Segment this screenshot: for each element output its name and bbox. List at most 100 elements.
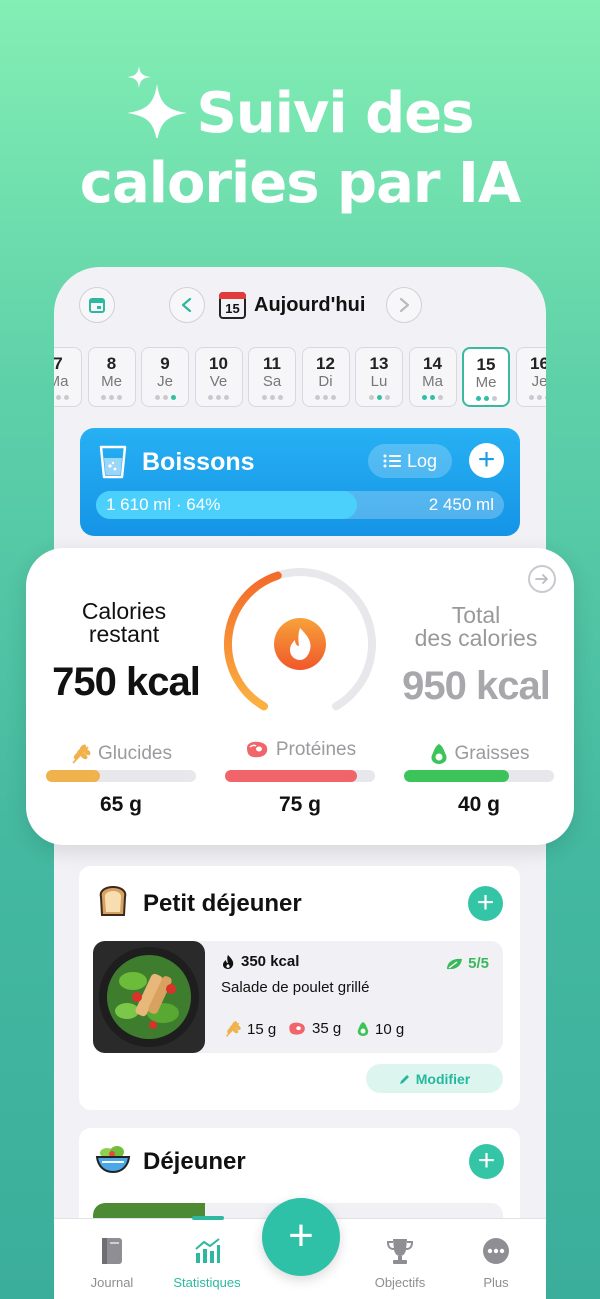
meal-dot — [162, 395, 168, 400]
day-11[interactable]: 11 Sa — [248, 347, 296, 407]
day-weekday: Me — [101, 373, 122, 390]
day-9[interactable]: 9 Je — [141, 347, 189, 407]
macro-fat: Graisses 40 g — [404, 742, 554, 817]
edit-label: Modifier — [415, 1070, 471, 1087]
tab-stats[interactable]: Statistiques — [157, 1219, 257, 1290]
more-icon — [483, 1238, 509, 1264]
day-12[interactable]: 12 Di — [301, 347, 350, 407]
wheat-icon — [72, 744, 91, 764]
meal-dot — [208, 395, 213, 400]
meal-dot — [170, 395, 176, 400]
food-item[interactable]: 350 kcal 5/5 Salade de poulet grillé 15 … — [93, 941, 503, 1053]
prev-day-button[interactable] — [169, 287, 205, 323]
day-weekday: Lu — [370, 373, 388, 390]
calories-card[interactable]: Calories restant 750 kcal Total des calo… — [26, 548, 574, 845]
meal-dot — [315, 395, 320, 400]
day-weekday: Ma — [422, 373, 443, 390]
macro-carbs: Glucides 65 g — [46, 742, 196, 817]
meal-dot — [475, 396, 481, 401]
meal-dot — [101, 395, 106, 400]
day-number: 15 — [476, 355, 496, 374]
meal-dot — [216, 395, 221, 400]
lunch-title: Déjeuner — [143, 1148, 246, 1175]
wheat-small-icon — [225, 1021, 241, 1037]
calendar-button[interactable] — [79, 287, 115, 323]
breakfast-title: Petit déjeuner — [143, 890, 302, 917]
add-breakfast-button[interactable]: + — [468, 886, 503, 921]
macro-fat-label: Graisses — [454, 743, 530, 764]
drinks-card[interactable]: Boissons Log + 1 610 ml · 64% 2 450 ml — [80, 428, 520, 536]
log-button[interactable]: Log — [368, 444, 452, 478]
remaining-label-line-2: restant — [88, 621, 160, 647]
log-label: Log — [406, 450, 438, 471]
add-lunch-button[interactable]: + — [469, 1144, 504, 1179]
day-10[interactable]: 10 Ve — [194, 347, 243, 407]
day-meal-dots — [303, 395, 349, 400]
water-progress-text: 1 610 ml · 64% — [106, 495, 221, 514]
journal-icon — [102, 1238, 122, 1264]
date-label: Aujourd'hui — [254, 293, 366, 316]
macro-protein-fill — [225, 770, 357, 782]
meal-dot — [376, 395, 382, 400]
meal-dot — [323, 395, 328, 400]
food-fat: 10 g — [356, 1020, 404, 1038]
add-entry-button[interactable]: + — [262, 1198, 340, 1276]
date-title[interactable]: 15 Aujourd'hui — [219, 290, 365, 320]
day-number: 13 — [369, 354, 389, 373]
food-kcal: 350 kcal — [221, 953, 299, 970]
steak-icon — [246, 741, 268, 758]
day-14[interactable]: 14 Ma — [408, 347, 457, 407]
meal-dot — [422, 395, 427, 400]
calories-remaining-label: Calories restant — [44, 600, 204, 646]
next-day-button[interactable] — [386, 287, 422, 323]
food-carbs-value: 15 g — [247, 1020, 277, 1038]
tab-stats-label: Statistiques — [173, 1275, 241, 1290]
macro-fat-bar — [404, 770, 554, 782]
edit-button[interactable]: Modifier — [366, 1064, 503, 1093]
meal-dot — [63, 395, 69, 400]
meal-dot — [384, 395, 390, 400]
meal-dot — [117, 395, 122, 400]
macro-protein-label-row: Protéines — [225, 738, 375, 762]
food-photo — [93, 941, 205, 1053]
tab-more[interactable]: Plus — [446, 1219, 546, 1290]
drinks-title: Boissons — [142, 448, 255, 476]
add-drink-button[interactable]: + — [469, 443, 504, 478]
day-weekday: Me — [475, 374, 497, 391]
meal-dot — [55, 395, 61, 400]
meal-dot — [277, 395, 283, 400]
day-13[interactable]: 13 Lu — [355, 347, 403, 407]
day-15[interactable]: 15 Me — [462, 347, 510, 407]
day-meal-dots — [196, 395, 242, 400]
day-number: 11 — [263, 354, 281, 373]
leaf-icon — [447, 958, 463, 969]
food-carbs: 15 g — [224, 1020, 276, 1038]
meal-dot — [261, 395, 267, 400]
day-meal-dots — [54, 395, 81, 400]
list-icon — [383, 454, 401, 468]
food-kcal-value: 350 kcal — [241, 953, 300, 970]
top-bar: 15 Aujourd'hui — [54, 285, 546, 325]
avocado-small-icon — [357, 1022, 369, 1036]
meal-dot — [430, 395, 435, 400]
water-goal-text: 2 450 ml — [428, 495, 494, 514]
day-8[interactable]: 8 Me — [87, 347, 136, 407]
day-16[interactable]: 16 Je — [515, 347, 546, 407]
day-weekday: Je — [531, 373, 546, 390]
day-weekday: Ve — [209, 373, 228, 390]
meal-dot — [438, 395, 443, 400]
macro-carbs-label-row: Glucides — [46, 742, 196, 766]
day-meal-dots — [249, 395, 295, 400]
total-calories-value: 950 kcal — [402, 664, 551, 708]
meal-dot — [109, 395, 114, 400]
water-progress-bar: 1 610 ml · 64% 2 450 ml — [96, 491, 504, 519]
tab-journal[interactable]: Journal — [62, 1219, 162, 1290]
meal-dot — [537, 395, 542, 400]
macro-carbs-value: 65 g — [99, 793, 143, 816]
tab-goals[interactable]: Objectifs — [350, 1219, 450, 1290]
day-7[interactable]: 7Ma — [54, 347, 82, 407]
food-protein-value: 35 g — [312, 1020, 342, 1037]
details-button[interactable] — [528, 565, 556, 593]
day-meal-dots — [142, 395, 188, 400]
glass-icon — [98, 444, 128, 485]
